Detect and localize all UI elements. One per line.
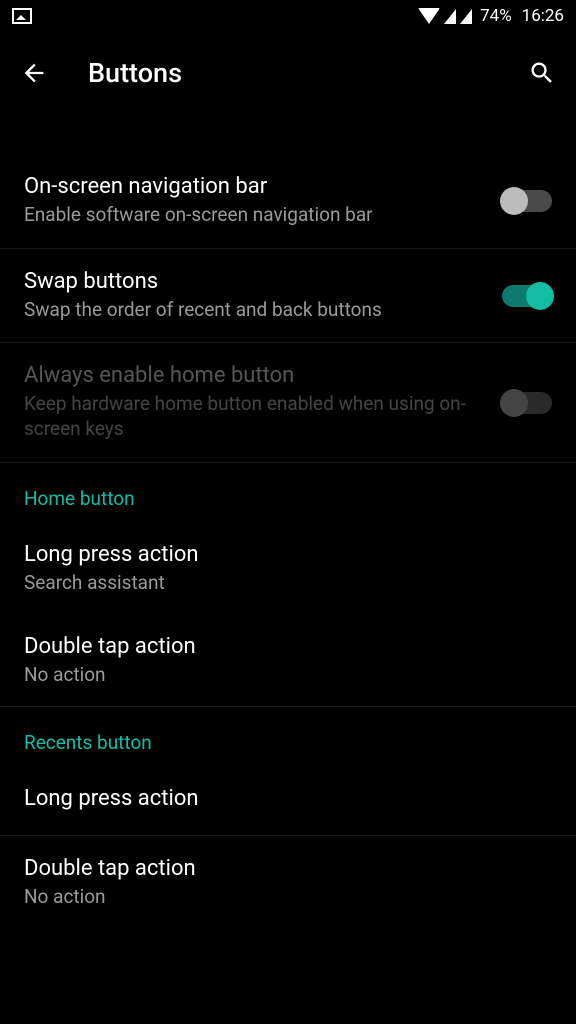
setting-always-home: Always enable home button Keep hardware … [0, 343, 576, 462]
search-icon[interactable] [528, 59, 556, 87]
signal-icon-2 [460, 9, 472, 24]
header: Buttons [0, 32, 576, 114]
setting-recents-double-tap[interactable]: Double tap action No action [0, 836, 576, 928]
setting-text: On-screen navigation bar Enable software… [24, 174, 486, 228]
toggle-onscreen-nav[interactable] [502, 190, 552, 212]
toggle-always-home [502, 392, 552, 414]
setting-value: No action [24, 885, 552, 908]
toggle-swap-buttons[interactable] [502, 285, 552, 307]
page-title: Buttons [88, 57, 488, 89]
wifi-icon [418, 8, 440, 24]
setting-title: On-screen navigation bar [24, 174, 486, 199]
status-bar: 74% 16:26 [0, 0, 576, 32]
section-header-recents: Recents button [0, 707, 576, 766]
status-right: 74% 16:26 [418, 6, 564, 26]
setting-onscreen-nav[interactable]: On-screen navigation bar Enable software… [0, 154, 576, 249]
toggle-knob [526, 282, 554, 310]
setting-text: Swap buttons Swap the order of recent an… [24, 269, 486, 323]
setting-subtitle: Keep hardware home button enabled when u… [24, 392, 486, 441]
setting-home-long-press[interactable]: Long press action Search assistant [0, 522, 576, 614]
clock-text: 16:26 [522, 6, 564, 26]
setting-title: Long press action [24, 786, 552, 811]
setting-value: Search assistant [24, 571, 552, 594]
picture-icon [12, 8, 32, 24]
section-header-home: Home button [0, 463, 576, 522]
toggle-knob [500, 187, 528, 215]
setting-subtitle: Enable software on-screen navigation bar [24, 203, 486, 228]
setting-title: Always enable home button [24, 363, 486, 388]
back-arrow-icon[interactable] [20, 59, 48, 87]
setting-title: Double tap action [24, 634, 552, 659]
setting-title: Swap buttons [24, 269, 486, 294]
status-left [12, 8, 32, 24]
setting-title: Long press action [24, 542, 552, 567]
battery-text: 74% [480, 6, 512, 26]
setting-title: Double tap action [24, 856, 552, 881]
setting-recents-long-press[interactable]: Long press action [0, 766, 576, 836]
setting-subtitle: Swap the order of recent and back button… [24, 298, 486, 323]
setting-home-double-tap[interactable]: Double tap action No action [0, 614, 576, 707]
setting-value: No action [24, 663, 552, 686]
toggle-knob [500, 389, 528, 417]
setting-text: Always enable home button Keep hardware … [24, 363, 486, 441]
setting-swap-buttons[interactable]: Swap buttons Swap the order of recent an… [0, 249, 576, 344]
settings-content: On-screen navigation bar Enable software… [0, 154, 576, 928]
signal-icon-1 [444, 9, 456, 24]
